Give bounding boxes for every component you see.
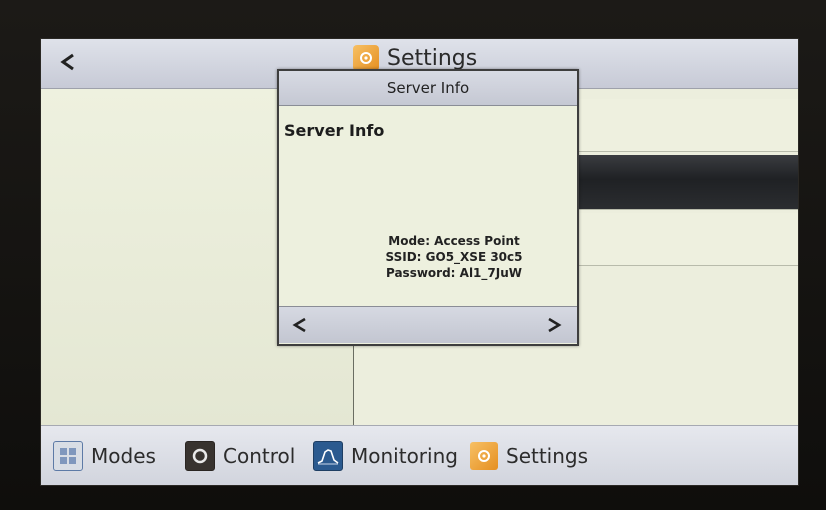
chevron-right-icon (548, 317, 562, 333)
nav-item-label: Control (223, 444, 296, 468)
mode-text: Mode: Access Point (388, 234, 520, 248)
previous-button[interactable] (285, 311, 315, 339)
nav-item-label: Modes (91, 444, 156, 468)
settings-icon (470, 442, 498, 470)
page-title-label: Settings (387, 45, 478, 71)
dialog-footer (279, 306, 577, 343)
nav-item-label: Monitoring (351, 444, 458, 468)
bottom-nav: Modes Control Monitoring Settings (41, 425, 798, 485)
dialog-header: Server Info (279, 71, 577, 106)
modes-icon (53, 441, 83, 471)
touch-screen: Settings Modes Control Monitoring Settin… (41, 39, 798, 485)
nav-item-label: Settings (506, 444, 589, 468)
server-info-dialog: Server Info Server Info Mode: Access Poi… (277, 69, 579, 346)
password-text: Password: Al1_7JuW (385, 266, 522, 280)
control-icon (185, 441, 215, 471)
nav-item-modes[interactable]: Modes (53, 440, 156, 472)
settings-icon (353, 45, 379, 71)
nav-item-control[interactable]: Control (185, 440, 295, 472)
nav-item-monitoring[interactable]: Monitoring (313, 440, 458, 472)
dialog-header-title: Server Info (386, 79, 470, 97)
chevron-left-icon (292, 317, 306, 333)
next-button[interactable] (539, 311, 569, 339)
monitoring-icon (313, 441, 343, 471)
server-info-details: Mode: Access Point SSID: GO5_XSE 30c5 Pa… (279, 233, 577, 281)
panel-divider (353, 339, 354, 425)
back-button[interactable] (51, 45, 85, 79)
ssid-text: SSID: GO5_XSE 30c5 (385, 250, 523, 264)
dialog-heading: Server Info (284, 121, 385, 140)
nav-item-settings[interactable]: Settings (470, 440, 588, 472)
chevron-left-icon (60, 53, 74, 71)
